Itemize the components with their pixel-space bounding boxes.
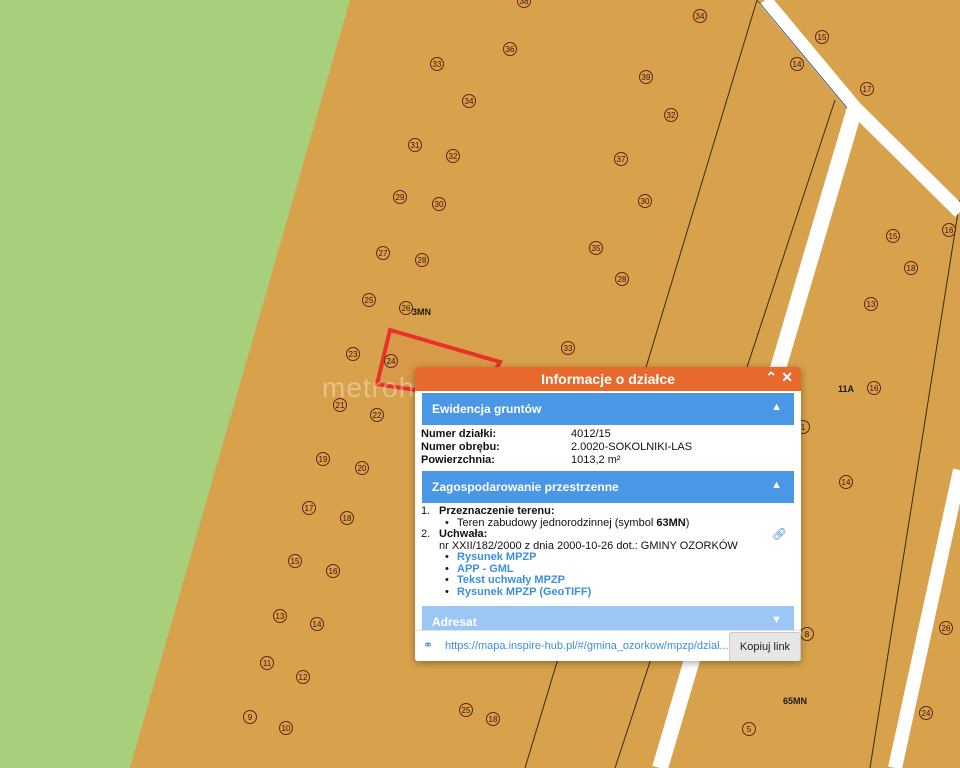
lot-number-label: 36 xyxy=(506,45,515,54)
lot-number-label: 23 xyxy=(349,350,358,359)
chevron-down-icon[interactable]: ▼ xyxy=(771,614,782,626)
section-title: Zagospodarowanie przestrzenne xyxy=(432,480,619,494)
lot-number-label: 15 xyxy=(889,232,898,241)
lot-number-label: 25 xyxy=(365,296,374,305)
lot-number-label: 14 xyxy=(842,478,851,487)
item-number: 2. xyxy=(421,528,431,540)
lot-number-label: 26 xyxy=(402,304,411,313)
chevron-up-icon[interactable]: ⌃ xyxy=(765,369,777,386)
lot-number-label: 22 xyxy=(373,411,382,420)
lot-number-label: 16 xyxy=(945,226,954,235)
lot-number-label: 13 xyxy=(867,300,876,309)
lot-number-label: 21 xyxy=(336,401,345,410)
section-title: Adresat xyxy=(432,615,477,629)
lot-number-label: 39 xyxy=(642,73,651,82)
lot-number-label: 18 xyxy=(907,264,916,273)
lot-number-label: 28 xyxy=(618,275,627,284)
lot-number-label: 20 xyxy=(358,464,367,473)
lot-number-label: 34 xyxy=(465,97,474,106)
lot-number-label: 24 xyxy=(387,357,396,366)
lot-number-label: 16 xyxy=(870,384,879,393)
lot-number-label: 33 xyxy=(564,344,573,353)
lot-number-label: 38 xyxy=(520,0,529,6)
lot-number-label: 27 xyxy=(379,249,388,258)
lot-number-label: 16 xyxy=(329,567,338,576)
field-value: 1013,2 m² xyxy=(571,454,621,466)
field-value: 2.0020-SOKOLNIKI-LAS xyxy=(571,441,693,453)
lot-number-label: 14 xyxy=(313,620,322,629)
link-icon: ⚭ xyxy=(423,638,434,652)
link-rysunek-geotiff[interactable]: Rysunek MPZP (GeoTIFF) xyxy=(457,586,591,598)
popup-header: Informacje o działce ⌃ ✕ xyxy=(415,367,801,391)
link-row: Rysunek MPZP (GeoTIFF) xyxy=(421,586,801,599)
lot-number-label: 15 xyxy=(818,33,827,42)
zone-label: 11A xyxy=(838,384,855,394)
lot-number-label: 37 xyxy=(617,155,626,164)
lot-number-label: 9 xyxy=(248,713,253,722)
lot-number-label: 18 xyxy=(343,514,352,523)
field-label: Numer obrębu: xyxy=(421,441,500,453)
zagospodarowanie-body: 1. Przeznaczenie terenu: Teren zabudowy j… xyxy=(415,503,801,598)
kv-row: Numer obrębu: 2.0020-SOKOLNIKI-LAS xyxy=(421,441,801,454)
lot-number-label: 25 xyxy=(462,706,471,715)
zone-label: 3MN xyxy=(412,307,431,317)
desc-suffix: ) xyxy=(685,516,690,529)
zone-label: 65MN xyxy=(783,696,807,706)
lot-number-label: 33 xyxy=(433,60,442,69)
section-ewidencja-header[interactable]: Ewidencja gruntów ▲ xyxy=(422,393,794,425)
lot-number-label: 19 xyxy=(319,455,328,464)
lot-number-label: 1 xyxy=(801,423,806,432)
lot-number-label: 30 xyxy=(435,200,444,209)
lot-number-label: 5 xyxy=(747,725,752,734)
lot-number-label: 35 xyxy=(592,244,601,253)
lot-number-label: 17 xyxy=(305,504,314,513)
copy-link-button[interactable]: Kopiuj link xyxy=(729,632,801,661)
lot-number-label: 12 xyxy=(299,673,308,682)
lot-number-label: 17 xyxy=(863,85,872,94)
popup-footer: ⚭ https://mapa.inspire-hub.pl/#/gmina_oz… xyxy=(415,630,801,661)
link-icon[interactable]: 🔗︎ xyxy=(772,528,787,541)
lot-number-label: 29 xyxy=(396,193,405,202)
ewidencja-body: Numer działki: 4012/15 Numer obrębu: 2.0… xyxy=(415,425,801,467)
lot-number-label: 10 xyxy=(282,724,291,733)
lot-number-label: 30 xyxy=(641,197,650,206)
desc-prefix: Teren zabudowy jednorodzinnej (symbol xyxy=(457,516,657,529)
share-url[interactable]: https://mapa.inspire-hub.pl/#/gmina_ozor… xyxy=(445,640,731,652)
lot-number-label: 32 xyxy=(449,152,458,161)
field-label: Numer działki: xyxy=(421,428,497,440)
field-value: 4012/15 xyxy=(571,428,611,440)
zone-symbol: 63MN xyxy=(656,516,686,529)
parcel-info-popup: Informacje o działce ⌃ ✕ Ewidencja grunt… xyxy=(415,367,801,661)
item-title: Przeznaczenie terenu: xyxy=(439,505,555,517)
lot-number-label: 24 xyxy=(922,709,931,718)
lot-number-label: 13 xyxy=(276,612,285,621)
lot-number-label: 26 xyxy=(942,624,951,633)
lot-number-label: 8 xyxy=(805,630,810,639)
close-icon[interactable]: ✕ xyxy=(781,369,793,386)
lot-number-label: 14 xyxy=(793,60,802,69)
chevron-up-icon[interactable]: ▲ xyxy=(771,401,782,413)
kv-row: Powierzchnia: 1013,2 m² xyxy=(421,454,801,467)
section-zagospodarowanie-header[interactable]: Zagospodarowanie przestrzenne ▲ xyxy=(422,471,794,503)
item-title: Uchwała: xyxy=(439,528,488,540)
link-rysunek-mpzp[interactable]: Rysunek MPZP xyxy=(457,551,536,563)
lot-number-label: 34 xyxy=(696,12,705,21)
field-label: Powierzchnia: xyxy=(421,454,495,466)
lot-number-label: 28 xyxy=(418,256,427,265)
link-app-gml[interactable]: APP - GML xyxy=(457,563,514,575)
item-number: 1. xyxy=(421,505,431,517)
lot-number-label: 31 xyxy=(411,141,420,150)
popup-title: Informacje o działce xyxy=(541,371,675,387)
section-title: Ewidencja gruntów xyxy=(432,402,542,416)
lot-number-label: 11 xyxy=(263,659,272,668)
plan-item: 2. Uchwała: xyxy=(421,528,801,541)
chevron-up-icon[interactable]: ▲ xyxy=(771,479,782,491)
lot-number-label: 18 xyxy=(489,715,498,724)
kv-row: Numer działki: 4012/15 xyxy=(421,428,801,441)
lot-number-label: 15 xyxy=(291,557,300,566)
link-tekst-uchwaly[interactable]: Tekst uchwały MPZP xyxy=(457,574,565,586)
lot-number-label: 32 xyxy=(667,111,676,120)
